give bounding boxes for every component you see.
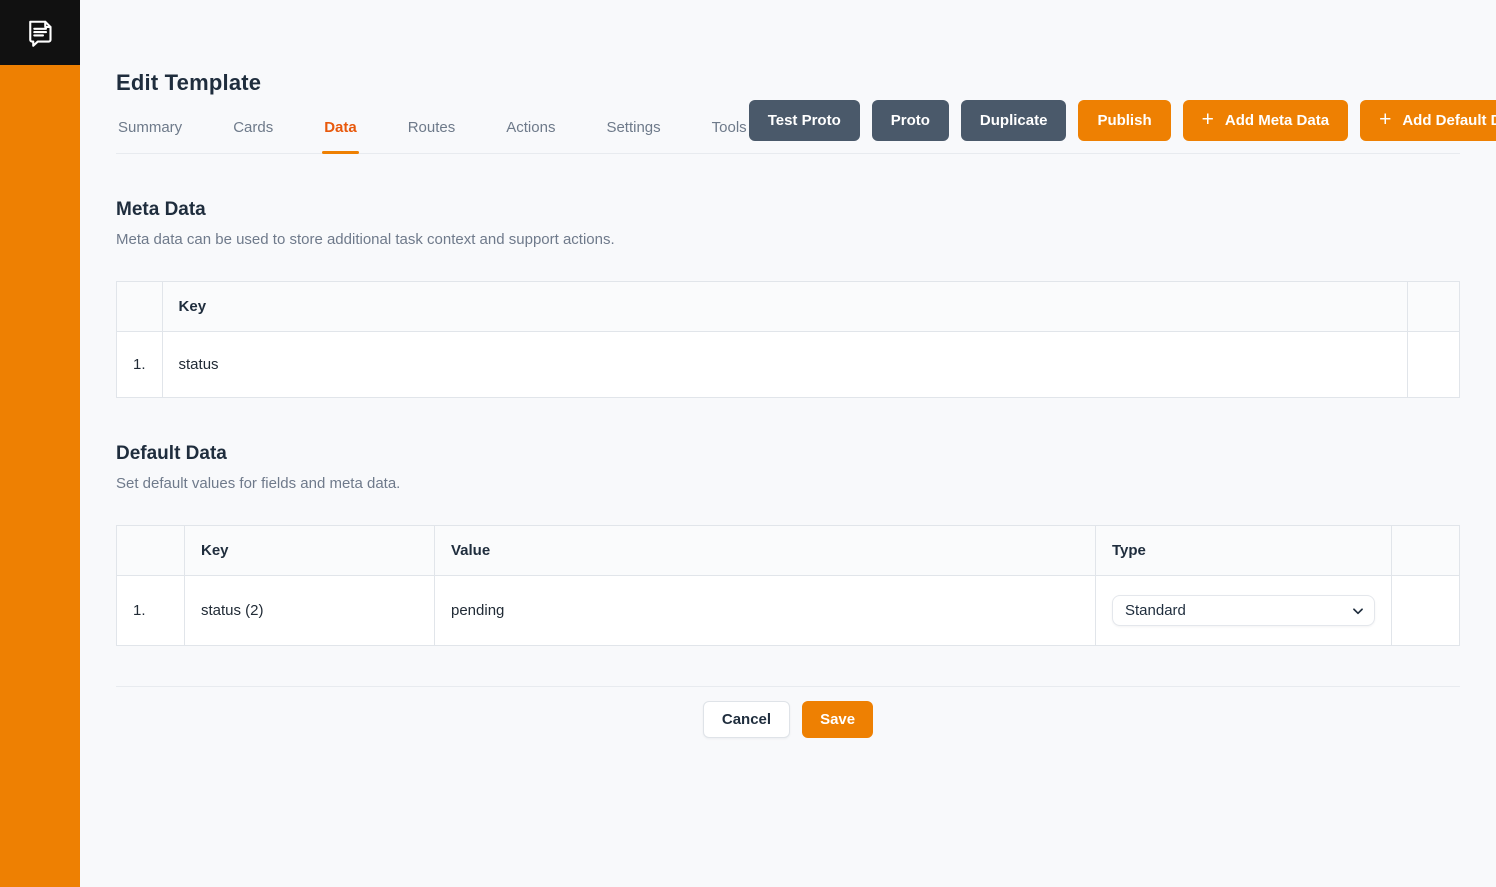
default-data-table: Key Value Type 1. status (2) pending Sta… (116, 525, 1460, 646)
tab-cards[interactable]: Cards (231, 103, 275, 153)
meta-header-blank-left (117, 282, 163, 332)
meta-row-actions-cell (1408, 332, 1460, 398)
test-proto-label: Test Proto (768, 112, 841, 129)
table-row: 1. status (117, 332, 1460, 398)
default-row-index: 1. (117, 576, 185, 646)
tab-data[interactable]: Data (322, 103, 359, 153)
tab-actions[interactable]: Actions (504, 103, 557, 153)
publish-button[interactable]: Publish (1078, 100, 1170, 141)
add-default-data-button[interactable]: + Add Default Data (1360, 100, 1496, 141)
default-table-header-row: Key Value Type (117, 526, 1460, 576)
default-header-type: Type (1096, 526, 1392, 576)
default-row-actions-cell (1392, 576, 1460, 646)
meta-row-key[interactable]: status (162, 332, 1407, 398)
tab-settings[interactable]: Settings (604, 103, 662, 153)
page-title: Edit Template (116, 70, 1460, 96)
test-proto-button[interactable]: Test Proto (749, 100, 860, 141)
type-select[interactable]: Standard (1112, 595, 1375, 626)
default-header-key: Key (185, 526, 435, 576)
plus-icon: + (1202, 109, 1214, 130)
add-meta-data-button[interactable]: + Add Meta Data (1183, 100, 1348, 141)
proto-button[interactable]: Proto (872, 100, 949, 141)
tab-routes[interactable]: Routes (406, 103, 458, 153)
default-header-value: Value (435, 526, 1096, 576)
meta-header-blank-right (1408, 282, 1460, 332)
default-data-section-title: Default Data (116, 443, 1460, 465)
tab-tools[interactable]: Tools (710, 103, 749, 153)
default-data-section-description: Set default values for fields and meta d… (116, 475, 1460, 492)
header-actions: Test Proto Proto Duplicate Publish + Add… (749, 100, 1496, 141)
meta-data-section-title: Meta Data (116, 199, 1460, 221)
chat-document-icon (22, 15, 58, 51)
default-row-value[interactable]: pending (435, 576, 1096, 646)
add-default-data-label: Add Default Data (1402, 112, 1496, 129)
add-meta-data-label: Add Meta Data (1225, 112, 1329, 129)
save-button[interactable]: Save (802, 701, 873, 738)
footer-actions: Cancel Save (116, 701, 1460, 738)
cancel-button[interactable]: Cancel (703, 701, 790, 738)
default-row-key[interactable]: status (2) (185, 576, 435, 646)
meta-table-header-row: Key (117, 282, 1460, 332)
tab-summary[interactable]: Summary (116, 103, 184, 153)
meta-data-table: Key 1. status (116, 281, 1460, 398)
type-select-wrapper: Standard (1112, 595, 1375, 626)
duplicate-button[interactable]: Duplicate (961, 100, 1067, 141)
default-row-type-cell: Standard (1096, 576, 1392, 646)
meta-header-key: Key (162, 282, 1407, 332)
duplicate-label: Duplicate (980, 112, 1048, 129)
main-content: Edit Template Summary Cards Data Routes … (80, 0, 1496, 887)
tabs-bar: Summary Cards Data Routes Actions Settin… (116, 100, 1460, 154)
proto-label: Proto (891, 112, 930, 129)
default-header-blank-left (117, 526, 185, 576)
footer-divider (116, 686, 1460, 687)
sidebar (0, 0, 80, 887)
app-logo[interactable] (0, 0, 80, 65)
meta-row-index: 1. (117, 332, 163, 398)
table-row: 1. status (2) pending Standard (117, 576, 1460, 646)
plus-icon: + (1379, 109, 1391, 130)
meta-data-section-description: Meta data can be used to store additiona… (116, 231, 1460, 248)
default-header-blank-right (1392, 526, 1460, 576)
tab-list: Summary Cards Data Routes Actions Settin… (116, 103, 749, 153)
publish-label: Publish (1097, 112, 1151, 129)
